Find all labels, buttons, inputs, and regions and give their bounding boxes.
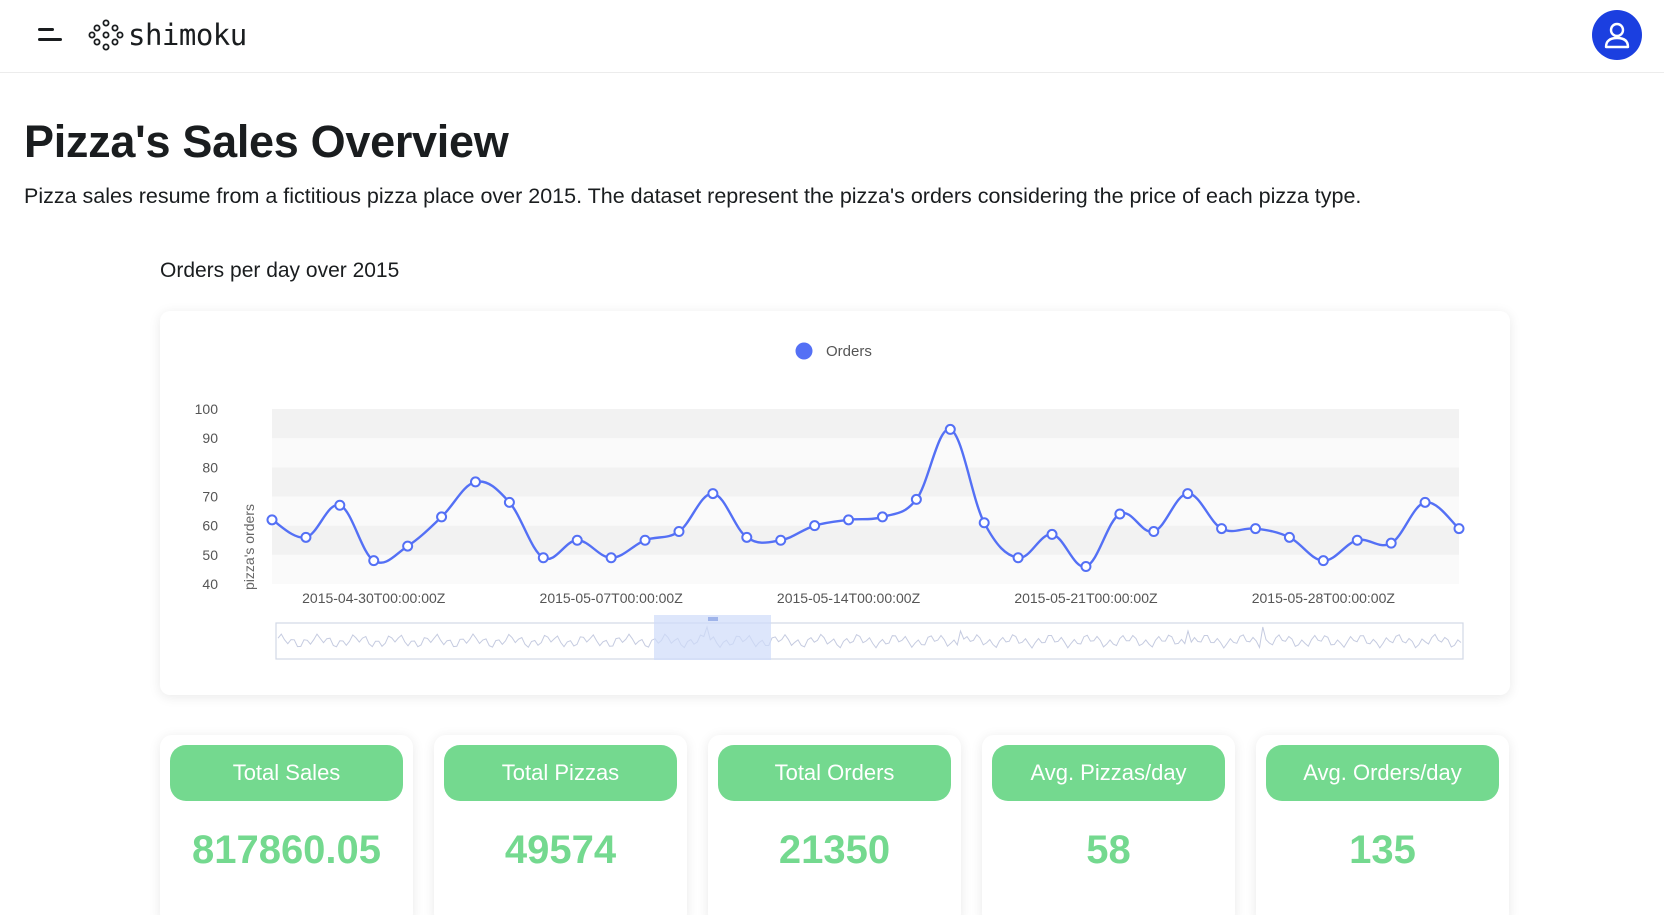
data-point[interactable] [1182,488,1194,500]
logo-icon [88,19,124,51]
chart-section-title: Orders per day over 2015 [160,259,400,282]
y-tick-label: 50 [202,547,218,563]
kpi-label: Avg. Pizzas/day [992,745,1225,801]
logo[interactable]: shimoku [88,15,247,55]
kpi-card-total-orders: Total Orders 21350 [708,735,961,915]
data-point[interactable] [1283,531,1295,543]
data-point[interactable] [639,534,651,546]
menu-icon[interactable] [30,20,66,50]
y-tick-label: 80 [202,459,218,475]
data-point[interactable] [1046,528,1058,540]
data-point[interactable] [876,511,888,523]
data-zoom-window[interactable] [654,615,771,660]
data-point[interactable] [605,552,617,564]
grid-band [272,409,1459,439]
kpi-card-avg-orders-day: Avg. Orders/day 135 [1256,735,1509,915]
y-tick-label: 100 [195,401,219,417]
data-point[interactable] [1317,555,1329,567]
x-tick-label: 2015-05-07T00:00:00Z [540,590,684,606]
y-tick-label: 60 [202,518,218,534]
grid-band [272,554,1459,584]
data-point[interactable] [1351,534,1363,546]
x-tick-label: 2015-04-30T00:00:00Z [302,590,446,606]
kpi-label: Avg. Orders/day [1266,745,1499,801]
kpi-label: Total Orders [718,745,951,801]
data-point[interactable] [1385,537,1397,549]
x-tick-label: 2015-05-28T00:00:00Z [1252,590,1396,606]
kpi-card-total-sales: Total Sales 817860.05 [160,735,413,915]
data-zoom-slider[interactable] [275,615,1464,660]
y-axis-label: pizza's orders [241,504,257,590]
data-point[interactable] [436,511,448,523]
data-point[interactable] [537,552,549,564]
y-tick-label: 90 [202,430,218,446]
logo-text: shimoku [128,18,247,52]
data-point[interactable] [775,534,787,546]
x-tick-label: 2015-05-21T00:00:00Z [1014,590,1158,606]
data-point[interactable] [334,499,346,511]
y-tick-label: 40 [202,576,218,592]
data-point[interactable] [910,493,922,505]
data-point[interactable] [707,488,719,500]
data-point[interactable] [1419,496,1431,508]
grid-band [272,525,1459,555]
data-point[interactable] [503,496,515,508]
data-point[interactable] [809,520,821,532]
data-point[interactable] [1216,523,1228,535]
data-point[interactable] [741,531,753,543]
kpi-label: Total Pizzas [444,745,677,801]
grid-band [272,467,1459,497]
kpi-value: 817860.05 [191,828,382,872]
user-icon [1604,22,1630,49]
chart-card: 40 50 60 70 80 90 100 2015-04-30T00:00:00Z 2015… [160,311,1510,695]
user-avatar-button[interactable] [1592,10,1642,60]
kpi-label: Total Sales [170,745,403,801]
kpi-card-total-pizzas: Total Pizzas 49574 [434,735,687,915]
data-point[interactable] [571,534,583,546]
grid-band [272,496,1459,526]
data-point[interactable] [469,476,481,488]
data-point[interactable] [1148,526,1160,537]
grid-band [272,438,1459,468]
data-point[interactable] [1012,552,1024,564]
kpi-value: 58 [1086,828,1131,872]
data-point[interactable] [1114,508,1126,520]
data-point[interactable] [1250,523,1262,535]
page-title: Pizza's Sales Overview [24,116,509,167]
kpi-value: 135 [1349,828,1416,872]
top-bar: shimoku [0,0,1664,73]
page-description: Pizza sales resume from a fictitious piz… [24,184,1362,208]
kpi-value: 21350 [778,828,891,872]
data-point[interactable] [1080,561,1092,572]
orders-line-chart: 40 50 60 70 80 90 100 2015-04-30T00:00:00Z 2015… [195,342,1465,660]
data-point[interactable] [300,531,312,543]
y-tick-label: 70 [202,489,218,505]
data-zoom-handle[interactable] [708,617,718,621]
legend-label-orders[interactable]: Orders [826,343,872,360]
data-point[interactable] [368,555,380,567]
x-tick-label: 2015-05-14T00:00:00Z [777,590,921,606]
kpi-card-avg-pizzas-day: Avg. Pizzas/day 58 [982,735,1235,915]
data-point[interactable] [944,423,956,435]
data-point[interactable] [402,540,414,552]
data-point[interactable] [266,514,278,526]
data-point[interactable] [1453,523,1465,535]
kpi-value: 49574 [504,828,617,872]
data-point[interactable] [978,517,990,529]
data-point[interactable] [843,514,855,526]
data-point[interactable] [673,526,685,537]
legend-marker-orders[interactable] [795,342,813,360]
